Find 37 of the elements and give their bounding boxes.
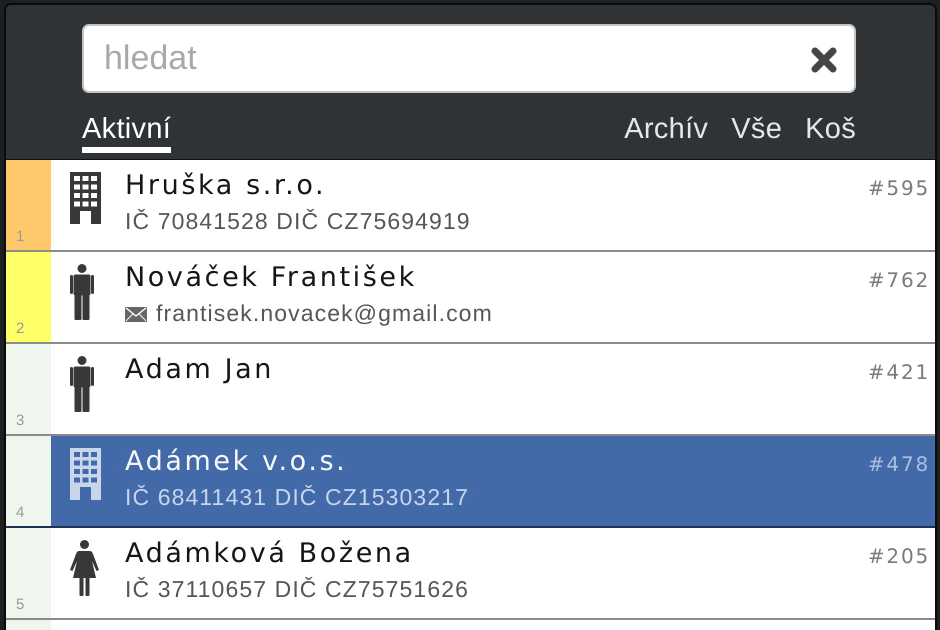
- row-number: 3: [16, 413, 24, 429]
- row-number: 5: [16, 597, 24, 613]
- tab[interactable]: Vše: [731, 112, 782, 153]
- building-icon: [70, 448, 101, 500]
- contact-name: Hruška s.r.o.: [125, 169, 326, 203]
- contact-row[interactable]: 5 Adámková Božena IČ 37110657 DIČ CZ75751626 #205: [6, 528, 935, 620]
- tab[interactable]: Archív: [624, 112, 708, 153]
- woman-icon: [70, 540, 99, 596]
- contact-name: Adámek v.o.s.: [125, 445, 348, 479]
- record-number: #205: [866, 543, 931, 568]
- man-icon: [70, 264, 94, 320]
- contact-name: Adam Jan: [125, 353, 274, 387]
- row-number: 2: [16, 321, 24, 337]
- contact-row[interactable]: 3 Adam Jan #421: [6, 344, 935, 436]
- contact-row[interactable]: 1 Hruška s.r.o. IČ 70841528 DIČ CZ75694919 #595: [6, 160, 935, 252]
- tab[interactable]: Aktivní: [82, 112, 172, 153]
- close-icon: [811, 47, 837, 73]
- row-number: 1: [16, 229, 24, 245]
- record-number: #421: [866, 359, 931, 384]
- contact-name: Adámková Božena: [125, 537, 414, 571]
- contact-name: Nováček František: [125, 261, 417, 295]
- company-ids: IČ 68411431 DIČ CZ15303217: [125, 483, 469, 512]
- record-number: #762: [866, 267, 931, 292]
- search-field[interactable]: hledat: [82, 24, 856, 93]
- building-icon: [70, 172, 101, 224]
- contact-row[interactable]: 2 Nováček František frantisek.novacek@gmail.com #762: [6, 252, 935, 344]
- clear-button[interactable]: [809, 45, 839, 75]
- company-ids: IČ 70841528 DIČ CZ75694919: [125, 207, 471, 236]
- row-number: 4: [16, 505, 24, 521]
- contact-row[interactable]: 4 Adámek v.o.s. IČ 68411431 DIČ CZ15303217 #478: [6, 436, 935, 528]
- record-number: #478: [866, 451, 931, 476]
- record-number: #595: [866, 175, 931, 200]
- email-address: frantisek.novacek@gmail.com: [156, 299, 493, 328]
- envelope-icon: [125, 307, 147, 322]
- man-icon: [70, 356, 94, 412]
- company-ids: IČ 37110657 DIČ CZ75751626: [125, 575, 469, 604]
- tab[interactable]: Koš: [805, 112, 856, 153]
